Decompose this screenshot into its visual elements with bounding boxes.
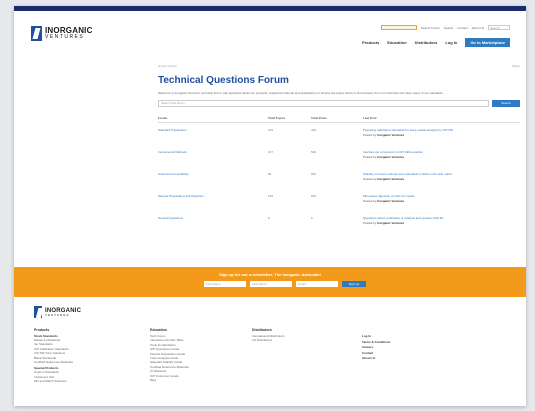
footer-col-company: Log In Terms & Conditions Careers Contac… [362, 334, 442, 362]
footer-heading-education: Education [150, 328, 167, 332]
forum-link[interactable]: Standard Preparation [158, 123, 268, 146]
page-title: Technical Questions Forum [158, 75, 289, 86]
table-row: Instrumental Methods 167 540 Interferenc… [158, 145, 520, 167]
forum-link[interactable]: General Questions [158, 211, 268, 233]
forum-search-button[interactable]: Search [492, 100, 520, 107]
last-post-link[interactable]: Interference corrections in ICP-OES anal… [363, 150, 520, 154]
forum-link[interactable]: Chemical Compatibility [158, 167, 268, 189]
table-row: Standard Preparation 102 419 Preparing c… [158, 123, 520, 146]
last-post-by: Posted by [363, 177, 377, 181]
breadcrumb[interactable]: Home / Forum [158, 64, 177, 68]
last-post-link[interactable]: Questions about certificates of analysis… [363, 216, 520, 220]
footer-link[interactable]: Certified Reference Materials [34, 360, 134, 364]
main-nav: Products Education Distributors Log In G… [362, 38, 510, 47]
nav-distributors[interactable]: Distributors [415, 40, 438, 45]
table-row: General Questions 9 6 Questions about ce… [158, 211, 520, 233]
nav-education[interactable]: Education [387, 40, 406, 45]
topic-count: 9 [268, 216, 270, 220]
utility-bar: Search Forum Search Contact About Us Sea… [380, 25, 510, 30]
last-post-author: Inorganic Ventures [377, 155, 405, 159]
newsletter-band: Sign up for our e-newsletter, The Inorga… [14, 267, 526, 297]
last-post-author: Inorganic Ventures [377, 221, 405, 225]
last-post-link[interactable]: Stability of mixed multi-element standar… [363, 172, 520, 176]
last-post-by: Posted by [363, 155, 377, 159]
util-link-contact[interactable]: Contact [457, 26, 467, 30]
footer-col-distributors: Distributors International Distributors … [252, 328, 352, 343]
signup-button[interactable]: Sign Up [342, 281, 366, 287]
post-count: 281 [311, 172, 317, 176]
forum-link[interactable]: Sample Preparation and Digestion [158, 189, 268, 211]
logo-mark-icon [31, 26, 42, 41]
page-frame: INORGANIC VENTURES Search Forum Search C… [14, 6, 526, 406]
footer-logo-text-bottom: VENTURES [45, 312, 70, 317]
footer-heading-products: Products [34, 328, 50, 332]
col-header-last-post: Last Post [363, 114, 520, 123]
newsletter-title: Sign up for our e-newsletter, The Inorga… [219, 272, 321, 277]
footer-col-education: Education Tech Forum Interactive Periodi… [150, 328, 250, 382]
topic-count: 167 [268, 150, 274, 154]
util-link-about[interactable]: About Us [472, 26, 484, 30]
nav-products[interactable]: Products [362, 40, 379, 45]
header-search-input[interactable]: Search [488, 25, 510, 30]
footer-link[interactable]: About Us [362, 356, 442, 362]
main-content: Home / Forum Share Technical Questions F… [158, 64, 520, 233]
logo-text-bottom: VENTURES [45, 34, 85, 40]
post-count: 540 [311, 150, 317, 154]
forum-search-input[interactable]: Search this forum [158, 100, 489, 107]
forum-table: Forum Total Topics Total Posts Last Post… [158, 114, 520, 233]
col-header-posts: Total Posts [311, 114, 363, 123]
col-header-topics: Total Topics [268, 114, 311, 123]
footer-col-products: Products Stock Standards Metals & Metall… [34, 328, 134, 384]
first-name-input[interactable]: First Name [204, 281, 246, 287]
header-logo[interactable]: INORGANIC VENTURES [31, 26, 93, 41]
email-input[interactable]: Email [296, 281, 338, 287]
footer-link[interactable]: US Distributors [252, 338, 352, 342]
topic-count: 102 [268, 128, 274, 132]
topic-count: 84 [268, 172, 272, 176]
footer-logo-mark-icon [34, 306, 42, 318]
post-count: 503 [311, 194, 317, 198]
last-post-link[interactable]: Preparing calibration standards for trac… [363, 128, 520, 132]
util-link-search[interactable]: Search [444, 26, 454, 30]
post-count: 419 [311, 128, 317, 132]
footer-heading-distributors: Distributors [252, 328, 272, 332]
last-post-author: Inorganic Ventures [377, 199, 405, 203]
last-post-by: Posted by [363, 221, 377, 225]
footer-logo[interactable]: INORGANIC VENTURES [34, 306, 514, 318]
post-count: 6 [311, 216, 313, 220]
intro-text: Welcome to Inorganic Ventures' technical… [158, 91, 444, 95]
last-post-by: Posted by [363, 199, 377, 203]
last-post-by: Posted by [363, 133, 377, 137]
util-link-search-forum[interactable]: Search Forum [421, 26, 440, 30]
last-post-author: Inorganic Ventures [377, 177, 405, 181]
footer-link[interactable]: Blog [150, 378, 250, 382]
table-row: Chemical Compatibility 84 281 Stability … [158, 167, 520, 189]
col-header-forum: Forum [158, 114, 268, 123]
footer-link[interactable]: Mix and Match Solutions [34, 379, 134, 383]
marketplace-button[interactable]: Go to Marketplace [465, 38, 510, 47]
share-link[interactable]: Share [512, 64, 520, 68]
topic-count: 145 [268, 194, 274, 198]
forum-link[interactable]: Instrumental Methods [158, 145, 268, 167]
nav-login[interactable]: Log In [445, 40, 457, 45]
table-row: Sample Preparation and Digestion 145 503… [158, 189, 520, 211]
last-post-author: Inorganic Ventures [377, 133, 405, 137]
last-post-link[interactable]: Microwave digestion of soils for metals [363, 194, 520, 198]
forum-search-box[interactable] [380, 25, 417, 30]
last-name-input[interactable]: Last Name [250, 281, 292, 287]
site-footer: INORGANIC VENTURES Products Stock Standa… [34, 306, 514, 406]
